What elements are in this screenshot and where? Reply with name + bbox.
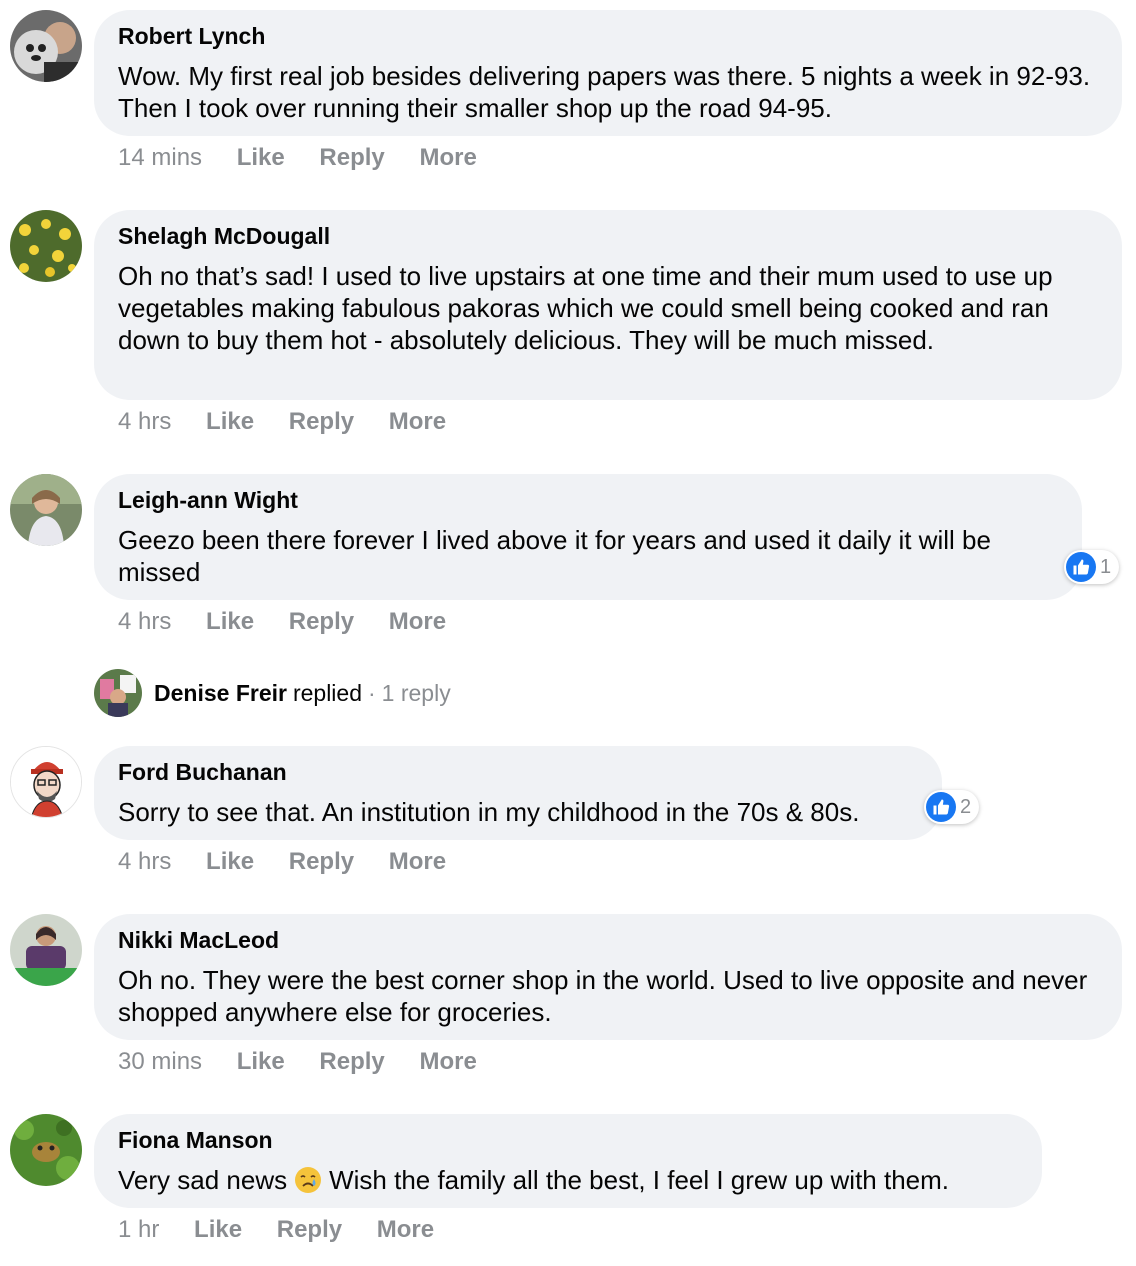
comment-actions: 4 hrs Like Reply More	[118, 607, 474, 637]
crying-face-icon	[293, 1165, 323, 1195]
reply-button[interactable]: Reply	[319, 144, 384, 171]
avatar[interactable]	[10, 210, 82, 282]
more-button[interactable]: More	[419, 1048, 476, 1075]
like-button[interactable]: Like	[237, 1048, 285, 1075]
comment-text-before: Very sad news	[118, 1165, 288, 1195]
comment-text: Oh no that’s sad! I used to live upstair…	[118, 261, 1053, 355]
comment-timestamp[interactable]: 14 mins	[118, 144, 202, 171]
more-button[interactable]: More	[419, 144, 476, 171]
comment-author[interactable]: Nikki MacLeod	[118, 926, 1098, 954]
avatar[interactable]	[94, 669, 142, 717]
like-button[interactable]: Like	[206, 848, 254, 875]
like-button[interactable]: Like	[194, 1216, 242, 1243]
more-button[interactable]: More	[389, 408, 446, 435]
comment-text: Very sad news Wish the family all the bes…	[118, 1164, 1018, 1196]
comment-actions: 14 mins Like Reply More	[118, 143, 505, 173]
avatar[interactable]	[10, 10, 82, 82]
comment-author[interactable]: Ford Buchanan	[118, 758, 918, 786]
avatar[interactable]	[10, 914, 82, 986]
reply-button[interactable]: Reply	[277, 1216, 342, 1243]
more-button[interactable]: More	[377, 1216, 434, 1243]
comment-text: Geezo been there forever I lived above i…	[118, 525, 991, 587]
comment-timestamp[interactable]: 4 hrs	[118, 408, 171, 435]
avatar[interactable]	[10, 746, 82, 818]
comment-timestamp[interactable]: 1 hr	[118, 1216, 159, 1243]
reply-button[interactable]: Reply	[289, 408, 354, 435]
comment-actions: 4 hrs Like Reply More	[118, 847, 474, 877]
comment-actions: 30 mins Like Reply More	[118, 1047, 505, 1077]
reaction-count-label: 2	[960, 795, 972, 818]
comment-bubble: Nikki MacLeod Oh no. They were the best …	[94, 914, 1122, 1040]
comment-actions: 4 hrs Like Reply More	[118, 407, 474, 437]
comment-text: Wow. My first real job besides deliverin…	[118, 61, 1091, 123]
view-replies-link[interactable]: Denise Freir replied · 1 reply	[94, 668, 451, 718]
comment-author[interactable]: Fiona Manson	[118, 1126, 1018, 1154]
comment-text: Oh no. They were the best corner shop in…	[118, 965, 1088, 1027]
separator-dot: ·	[368, 679, 376, 706]
reaction-count[interactable]: 1	[1064, 550, 1120, 584]
comment-author[interactable]: Leigh-ann Wight	[118, 486, 1058, 514]
comment-bubble: Ford Buchanan Sorry to see that. An inst…	[94, 746, 942, 840]
reply-author[interactable]: Denise Freir	[154, 680, 287, 707]
avatar[interactable]	[10, 474, 82, 546]
comment-timestamp[interactable]: 4 hrs	[118, 848, 171, 875]
comment-timestamp[interactable]: 4 hrs	[118, 608, 171, 635]
thumbs-up-icon	[1066, 552, 1096, 582]
reply-button[interactable]: Reply	[319, 1048, 384, 1075]
avatar[interactable]	[10, 1114, 82, 1186]
comment-bubble: Leigh-ann Wight Geezo been there forever…	[94, 474, 1082, 600]
comment-author[interactable]: Shelagh McDougall	[118, 222, 1098, 250]
more-button[interactable]: More	[389, 848, 446, 875]
comment-text-after: Wish the family all the best, I feel I g…	[329, 1165, 950, 1195]
comment-author[interactable]: Robert Lynch	[118, 22, 1098, 50]
reply-count[interactable]: 1 reply	[382, 680, 451, 707]
reply-button[interactable]: Reply	[289, 608, 354, 635]
like-button[interactable]: Like	[206, 408, 254, 435]
comment-bubble: Robert Lynch Wow. My first real job besi…	[94, 10, 1122, 136]
comment-text: Sorry to see that. An institution in my …	[118, 797, 860, 827]
reaction-count[interactable]: 2	[924, 790, 980, 824]
reaction-count-label: 1	[1100, 555, 1112, 578]
like-button[interactable]: Like	[206, 608, 254, 635]
like-button[interactable]: Like	[237, 144, 285, 171]
comment-timestamp[interactable]: 30 mins	[118, 1048, 202, 1075]
more-button[interactable]: More	[389, 608, 446, 635]
reply-verb: replied	[292, 679, 362, 706]
comment-bubble: Fiona Manson Very sad news Wish the famil…	[94, 1114, 1042, 1208]
reply-button[interactable]: Reply	[289, 848, 354, 875]
comment-actions: 1 hr Like Reply More	[118, 1215, 462, 1245]
comment-bubble: Shelagh McDougall Oh no that’s sad! I us…	[94, 210, 1122, 400]
thumbs-up-icon	[926, 792, 956, 822]
